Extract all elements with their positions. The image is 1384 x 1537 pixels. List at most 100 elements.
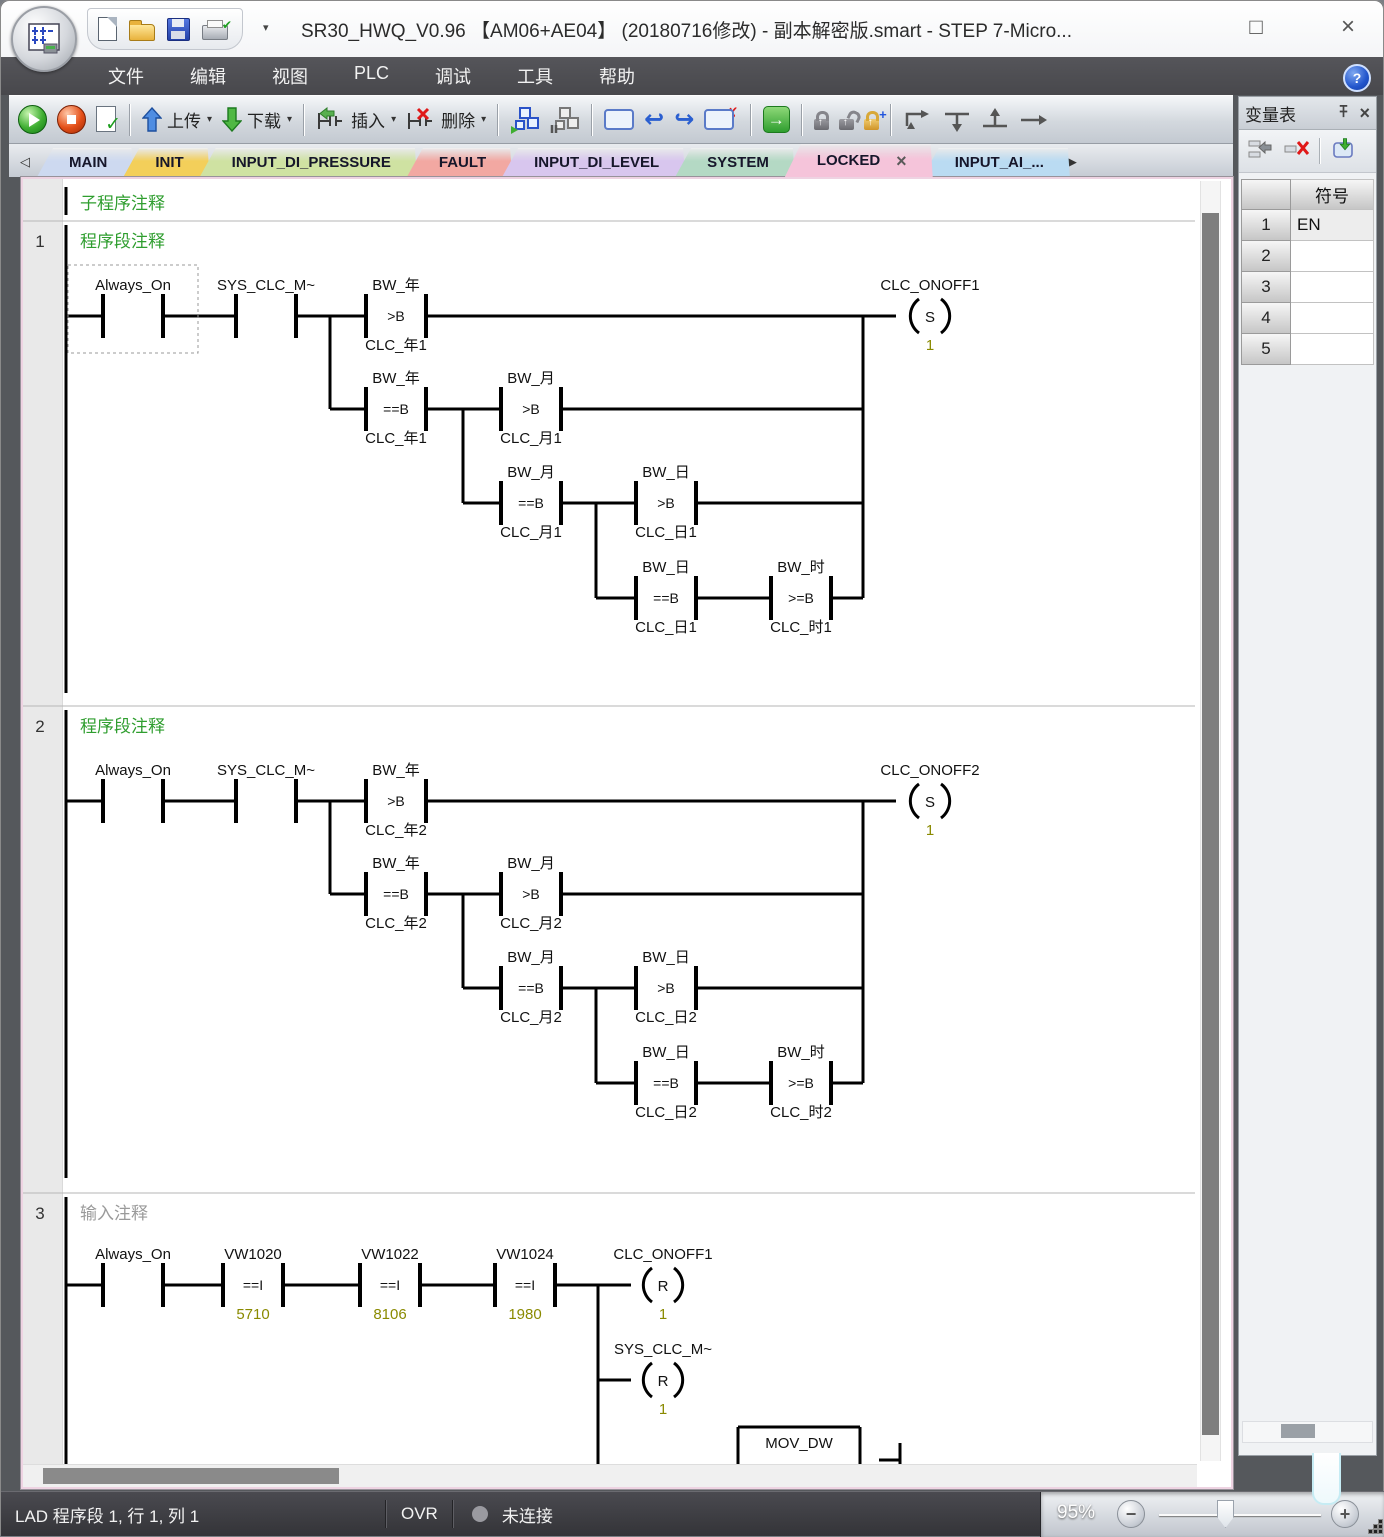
zoom-slider-track[interactable] bbox=[1159, 1514, 1321, 1516]
vartable-row-header[interactable]: 2 bbox=[1241, 241, 1291, 272]
delete-dropdown-icon[interactable]: ▾ bbox=[481, 114, 486, 125]
ladder-contact-VW1022[interactable]: VW1022==I8106 bbox=[360, 1246, 420, 1323]
app-menu-button[interactable] bbox=[11, 6, 77, 72]
tab-scroll-left-icon[interactable]: ◁ bbox=[13, 149, 37, 175]
tab-LOCKED[interactable]: LOCKED× bbox=[785, 144, 933, 177]
panel-handle[interactable] bbox=[1312, 1453, 1341, 1505]
program-status-pause-button[interactable] bbox=[545, 104, 585, 136]
vartable-scroll-thumb[interactable] bbox=[1281, 1424, 1315, 1438]
ladder-contact-Always_On[interactable]: Always_On bbox=[68, 265, 198, 353]
pin-icon[interactable] bbox=[1336, 104, 1351, 123]
save-icon[interactable] bbox=[167, 18, 190, 41]
upload-button[interactable]: 上传▾ bbox=[137, 105, 217, 134]
ladder-contact-BW_年[interactable]: BW_年>BCLC_年1 bbox=[365, 277, 427, 354]
insert-line-up-button[interactable] bbox=[976, 104, 1014, 136]
vartable-symbol-cell[interactable] bbox=[1291, 241, 1374, 272]
ladder-contact-BW_月[interactable]: BW_月>BCLC_月1 bbox=[500, 370, 562, 447]
lock-add-button[interactable]: + bbox=[859, 108, 884, 132]
vartable-row-header[interactable]: 3 bbox=[1241, 272, 1291, 303]
vartable-row-header[interactable]: 4 bbox=[1241, 303, 1291, 334]
ladder-contact-Always_On[interactable]: Always_On bbox=[95, 762, 171, 823]
goto-button[interactable]: → bbox=[758, 104, 795, 135]
menu-item-调试[interactable]: 调试 bbox=[420, 58, 486, 94]
menu-item-PLC[interactable]: PLC bbox=[339, 58, 404, 94]
clear-bookmarks-button[interactable]: ✗ bbox=[699, 107, 743, 132]
new-file-icon[interactable] bbox=[98, 17, 117, 41]
bookmark-button[interactable] bbox=[599, 107, 639, 132]
close-button[interactable]: × bbox=[1331, 11, 1365, 43]
insert-field-button[interactable] bbox=[1247, 138, 1273, 165]
help-icon[interactable]: ? bbox=[1343, 64, 1371, 92]
menu-item-文件[interactable]: 文件 bbox=[93, 58, 159, 94]
insert-button[interactable]: 插入▾ bbox=[311, 105, 401, 135]
tab-INIT[interactable]: INIT bbox=[123, 148, 209, 177]
ladder-contact-BW_年[interactable]: BW_年>BCLC_年2 bbox=[365, 762, 427, 839]
ladder-contact-BW_时[interactable]: BW_时>=BCLC_时1 bbox=[770, 559, 832, 636]
ladder-contact-VW1020[interactable]: VW1020==I5710 bbox=[223, 1246, 283, 1323]
menu-item-编辑[interactable]: 编辑 bbox=[175, 58, 241, 94]
panel-close-icon[interactable]: × bbox=[1359, 103, 1370, 124]
zoom-out-button[interactable]: − bbox=[1117, 1500, 1145, 1528]
compile-button[interactable]: ✓ bbox=[91, 104, 123, 135]
vartable-symbol-cell[interactable] bbox=[1291, 303, 1374, 334]
prev-bookmark-button[interactable]: ↩ bbox=[639, 108, 669, 132]
vertical-scroll-thumb[interactable] bbox=[1202, 213, 1219, 1435]
unlock-button[interactable] bbox=[834, 108, 859, 132]
menu-item-工具[interactable]: 工具 bbox=[502, 58, 568, 94]
run-button[interactable] bbox=[13, 103, 52, 136]
vartable-symbol-cell[interactable] bbox=[1291, 334, 1374, 365]
delete-button[interactable]: 删除▾ bbox=[401, 105, 491, 135]
vartable-scrollbar[interactable] bbox=[1242, 1421, 1373, 1443]
program-status-on-button[interactable] bbox=[505, 104, 545, 136]
ladder-contact-BW_日[interactable]: BW_日==BCLC_日2 bbox=[635, 1044, 697, 1121]
tab-MAIN[interactable]: MAIN bbox=[37, 148, 133, 177]
ladder-contact-BW_日[interactable]: BW_日>BCLC_日2 bbox=[635, 949, 697, 1026]
ladder-contact-Always_On[interactable]: Always_On bbox=[95, 1246, 171, 1307]
maximize-button[interactable]: □ bbox=[1239, 11, 1273, 43]
ladder-contact-VW1024[interactable]: VW1024==I1980 bbox=[495, 1246, 555, 1323]
download-dropdown-icon[interactable]: ▾ bbox=[287, 114, 292, 125]
vartable-row-header[interactable]: 1 bbox=[1241, 210, 1291, 241]
ladder-contact-BW_日[interactable]: BW_日==BCLC_日1 bbox=[635, 559, 697, 636]
zoom-in-button[interactable]: + bbox=[1331, 1500, 1359, 1528]
vartable-symbol-cell[interactable]: EN bbox=[1291, 210, 1374, 241]
menu-item-帮助[interactable]: 帮助 bbox=[584, 58, 650, 94]
tab-SYSTEM[interactable]: SYSTEM bbox=[675, 148, 795, 177]
editor-vertical-scrollbar[interactable] bbox=[1200, 181, 1221, 1461]
ladder-contact-BW_月[interactable]: BW_月>BCLC_月2 bbox=[500, 855, 562, 932]
horizontal-scroll-thumb[interactable] bbox=[43, 1468, 339, 1484]
apply-symbols-button[interactable] bbox=[1331, 137, 1357, 166]
svg-text:程序段注释: 程序段注释 bbox=[80, 717, 165, 736]
vartable-row-header[interactable]: 5 bbox=[1241, 334, 1291, 365]
next-bookmark-button[interactable]: ↪ bbox=[669, 108, 699, 132]
insert-line-down-button[interactable] bbox=[938, 104, 976, 136]
ladder-contact-SYS_CLC_M~[interactable]: SYS_CLC_M~ bbox=[217, 277, 315, 338]
ladder-contact-BW_年[interactable]: BW_年==BCLC_年1 bbox=[365, 370, 427, 447]
ladder-contact-BW_时[interactable]: BW_时>=BCLC_时2 bbox=[770, 1044, 832, 1121]
tab-INPUT_AI_...[interactable]: INPUT_AI_... bbox=[923, 148, 1070, 177]
vartable-symbol-cell[interactable] bbox=[1291, 272, 1374, 303]
lock-button[interactable] bbox=[809, 108, 834, 132]
ladder-contact-BW_年[interactable]: BW_年==BCLC_年2 bbox=[365, 855, 427, 932]
ladder-contact-BW_月[interactable]: BW_月==BCLC_月2 bbox=[500, 949, 562, 1026]
menu-item-视图[interactable]: 视图 bbox=[257, 58, 323, 94]
open-file-icon[interactable] bbox=[129, 24, 155, 41]
editor-horizontal-scrollbar[interactable] bbox=[23, 1464, 1197, 1487]
ladder-contact-SYS_CLC_M~[interactable]: SYS_CLC_M~ bbox=[217, 762, 315, 823]
stop-button[interactable] bbox=[52, 103, 91, 136]
tab-close-icon[interactable]: × bbox=[896, 155, 907, 167]
insert-branch-button[interactable] bbox=[898, 104, 938, 136]
tab-INPUT_DI_PRESSURE[interactable]: INPUT_DI_PRESSURE bbox=[200, 148, 417, 177]
upload-dropdown-icon[interactable]: ▾ bbox=[207, 114, 212, 125]
tab-INPUT_DI_LEVEL[interactable]: INPUT_DI_LEVEL bbox=[502, 148, 685, 177]
insert-dropdown-icon[interactable]: ▾ bbox=[391, 114, 396, 125]
delete-field-button[interactable] bbox=[1283, 138, 1309, 165]
ladder-contact-BW_日[interactable]: BW_日>BCLC_日1 bbox=[635, 464, 697, 541]
download-button[interactable]: 下载▾ bbox=[217, 105, 297, 134]
print-icon[interactable] bbox=[202, 25, 228, 40]
zoom-slider-handle[interactable] bbox=[1217, 1500, 1234, 1528]
insert-line-right-button[interactable] bbox=[1014, 108, 1054, 132]
qat-customize-icon[interactable]: ▾ bbox=[263, 21, 269, 34]
tab-FAULT[interactable]: FAULT bbox=[407, 148, 512, 177]
ladder-contact-BW_月[interactable]: BW_月==BCLC_月1 bbox=[500, 464, 562, 541]
